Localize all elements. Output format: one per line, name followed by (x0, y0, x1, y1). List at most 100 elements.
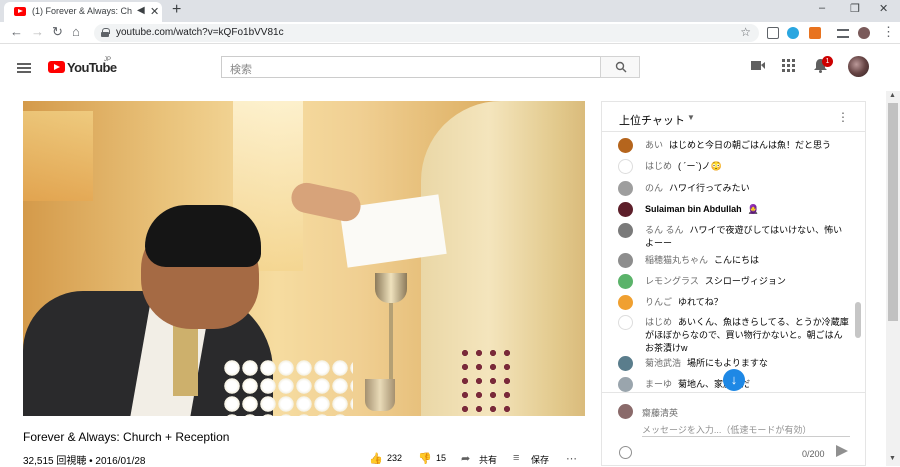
bouquet (223, 359, 353, 416)
scroll-down-icon[interactable]: ▼ (889, 455, 896, 462)
chat-author[interactable]: 菊池武浩 (645, 358, 681, 368)
avatar[interactable] (618, 356, 633, 371)
scroll-to-bottom-button[interactable]: ↓ (723, 369, 745, 391)
chat-author[interactable]: るん るん (645, 225, 684, 235)
save-button[interactable]: 保存 (531, 453, 549, 466)
chat-text: ハワイ行ってみたい (669, 183, 750, 193)
lock-icon[interactable] (101, 28, 110, 37)
chat-message-input[interactable]: メッセージを入力...（低速モードが有効） (642, 423, 850, 437)
chat-author[interactable]: まーゆ (645, 379, 672, 389)
bookmark-star-icon[interactable]: ☆ (740, 25, 751, 39)
avatar[interactable] (618, 181, 633, 196)
video-meta: 32,515 回視聴 • 2016/01/28 (23, 456, 146, 467)
char-counter: 0/200 (802, 449, 825, 459)
address-bar[interactable]: youtube.com/watch?v=kQFo1bVV81c ☆ (94, 24, 759, 42)
chat-author[interactable]: りんご (645, 297, 672, 307)
apps-grid-icon[interactable] (782, 59, 795, 72)
live-chat-panel: 上位チャット ▼ ⋮ あい はじめと今日の朝ごはんは魚！だと思う はじめ ( ´ー`… (601, 101, 866, 466)
logo-region: JP (104, 57, 112, 63)
scrollbar-thumb[interactable] (888, 103, 898, 321)
chat-mode-selector[interactable]: 上位チャット (619, 112, 685, 128)
restore-button[interactable]: ❐ (850, 2, 860, 15)
avatar[interactable] (618, 295, 633, 310)
notification-badge: 1 (822, 56, 833, 67)
chat-text: はじめと今日の朝ごはんは魚！だと思う (669, 140, 832, 150)
youtube-header: YouTube JP 検索 1 (0, 44, 900, 91)
chat-composer: 齋藤清英 メッセージを入力...（低速モードが有効） 0/200 (602, 392, 865, 465)
chat-text: 🧕 (747, 204, 759, 214)
avatar[interactable] (618, 253, 633, 268)
chat-text: ( ´ー`)ノ😳 (678, 161, 722, 171)
search-placeholder: 検索 (230, 64, 252, 76)
avatar[interactable] (618, 138, 633, 153)
like-icon[interactable]: 👍 (369, 452, 383, 465)
extension-orange-icon[interactable] (809, 27, 821, 39)
window-close-button[interactable]: ✕ (879, 2, 888, 15)
chat-header: 上位チャット ▼ ⋮ (602, 102, 865, 132)
emoji-icon[interactable] (619, 446, 632, 459)
back-arrow-icon[interactable]: ← (10, 24, 23, 39)
scroll-up-icon[interactable]: ▲ (889, 92, 896, 99)
dislike-count[interactable]: 15 (436, 453, 446, 463)
chat-author[interactable]: レモングラス (645, 276, 699, 286)
profile-avatar-icon[interactable] (858, 27, 870, 39)
page-scrollbar[interactable]: ▲ ▼ (886, 91, 900, 466)
avatar[interactable] (618, 274, 633, 289)
tab-title: (1) Forever & Always: Church + Reception (32, 6, 132, 16)
cloud-extension-icon[interactable] (787, 27, 799, 39)
hamburger-menu-icon[interactable] (17, 63, 31, 73)
chat-text: ゆれてね？ (678, 297, 723, 307)
send-icon[interactable] (836, 445, 848, 457)
share-button[interactable]: 共有 (479, 453, 497, 466)
more-actions-icon[interactable]: ⋯ (566, 452, 577, 465)
chat-text: こんにちは (714, 255, 760, 265)
home-icon[interactable]: ⌂ (72, 24, 80, 39)
chalice (375, 273, 407, 303)
browser-menu-icon[interactable]: ⋮ (882, 24, 895, 40)
chat-author[interactable]: 稲穂猫丸ちゃん (645, 255, 708, 265)
chat-text: 場所にもよりますな (687, 358, 768, 368)
browser-tab[interactable]: (1) Forever & Always: Church + Reception… (4, 2, 162, 22)
chat-menu-icon[interactable]: ⋮ (837, 110, 849, 124)
forward-arrow-icon[interactable]: → (31, 24, 44, 39)
chat-text: スシローヴィジョン (704, 276, 786, 286)
share-icon[interactable]: ➦ (461, 452, 470, 465)
search-icon (615, 61, 627, 73)
create-video-icon[interactable] (751, 60, 765, 71)
avatar (618, 404, 633, 419)
chat-author[interactable]: あい (645, 140, 663, 150)
arrow-down-icon: ↓ (730, 372, 738, 387)
minimize-button[interactable]: – (819, 2, 825, 14)
chat-author[interactable]: はじめ (645, 317, 672, 327)
chat-author[interactable]: のん (645, 183, 663, 193)
like-count[interactable]: 232 (387, 453, 402, 463)
audio-playing-icon[interactable]: ◀ (137, 5, 145, 16)
new-tab-button[interactable]: + (172, 1, 181, 19)
avatar[interactable] (848, 56, 869, 77)
avatar[interactable] (618, 159, 633, 174)
url-text[interactable]: youtube.com/watch?v=kQFo1bVV81c (116, 27, 284, 38)
avatar[interactable] (618, 377, 633, 392)
save-playlist-icon[interactable]: ≡ (513, 452, 519, 464)
tab-close-icon[interactable]: ✕ (150, 5, 159, 18)
composer-author: 齋藤清英 (642, 408, 679, 418)
avatar[interactable] (618, 202, 633, 217)
youtube-play-icon (48, 61, 65, 73)
avatar[interactable] (618, 315, 633, 330)
search-input[interactable]: 検索 (221, 56, 601, 78)
media-control-icon[interactable] (837, 29, 849, 38)
reload-icon[interactable]: ↻ (52, 24, 63, 40)
search-button[interactable] (600, 56, 640, 78)
chevron-down-icon[interactable]: ▼ (687, 113, 695, 122)
extension-icon[interactable] (767, 27, 779, 39)
chat-author[interactable]: はじめ (645, 161, 672, 171)
video-player[interactable] (23, 101, 585, 416)
dislike-icon[interactable]: 👎 (418, 452, 432, 465)
browser-toolbar: ← → ↻ ⌂ youtube.com/watch?v=kQFo1bVV81c … (0, 22, 900, 44)
browser-tab-bar: (1) Forever & Always: Church + Reception… (0, 0, 900, 22)
chat-scrollbar[interactable] (855, 302, 861, 338)
chat-author[interactable]: Sulaiman bin Abdullah (645, 204, 742, 214)
video-title: Forever & Always: Church + Reception (23, 430, 230, 444)
youtube-favicon-icon (14, 7, 26, 16)
avatar[interactable] (618, 223, 633, 238)
